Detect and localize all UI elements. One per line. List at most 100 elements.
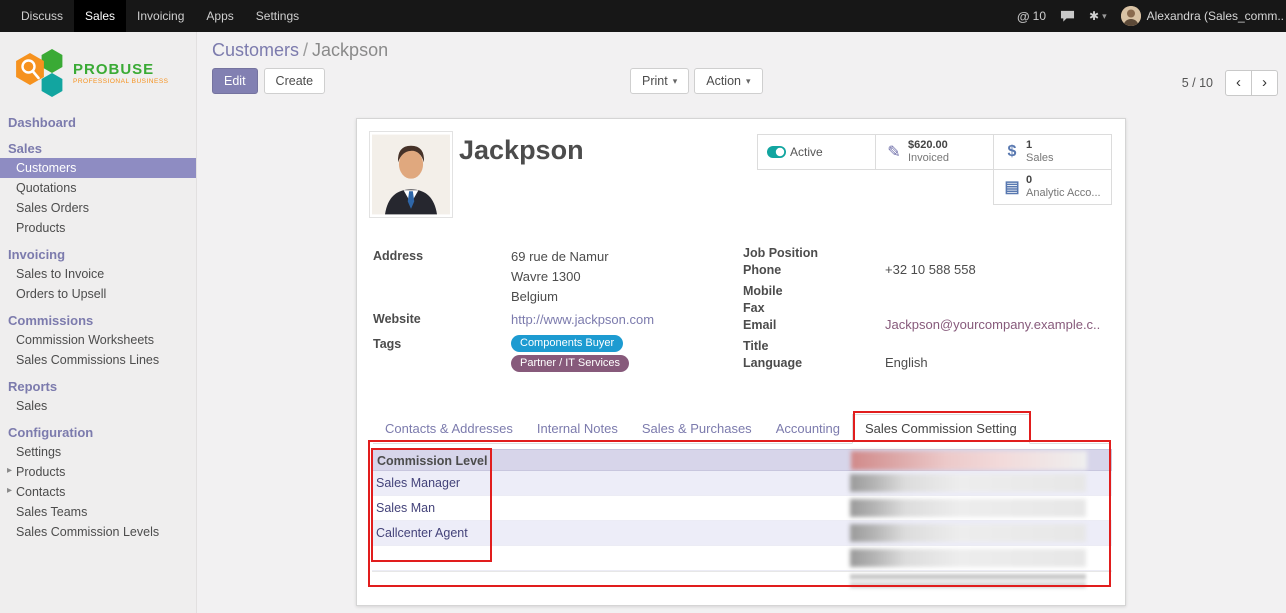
edit-button[interactable]: Edit bbox=[212, 68, 258, 94]
commission-level-column-header: Commission Level bbox=[377, 454, 487, 468]
job-position-label: Job Position bbox=[743, 245, 885, 261]
fields-left-column: Address 69 rue de Namur Wavre 1300 Belgi… bbox=[373, 247, 718, 375]
commission-row-empty[interactable] bbox=[372, 546, 1112, 571]
messages-button[interactable] bbox=[1060, 9, 1075, 23]
tags-label: Tags bbox=[373, 335, 511, 375]
activity-count-badge: 10 bbox=[1033, 9, 1046, 23]
sidebar-heading-commissions[interactable]: Commissions bbox=[0, 311, 196, 330]
stat-invoiced-button[interactable]: ✎ $620.00 Invoiced bbox=[875, 134, 994, 170]
menu-invoicing[interactable]: Invoicing bbox=[126, 0, 195, 32]
commission-table-footer bbox=[372, 571, 1112, 591]
sidebar-item-products[interactable]: Products bbox=[0, 218, 196, 238]
print-dropdown-button[interactable]: Print ▾ bbox=[630, 68, 689, 94]
sidebar-item-config-contacts[interactable]: ▸ Contacts bbox=[0, 482, 196, 502]
record-title: Jackpson bbox=[459, 135, 584, 166]
redacted-header-block bbox=[851, 451, 1087, 470]
sidebar-item-config-products[interactable]: ▸ Products bbox=[0, 462, 196, 482]
breadcrumb-current: Jackpson bbox=[312, 40, 388, 60]
fax-label: Fax bbox=[743, 300, 885, 316]
expand-arrow-icon: ▸ bbox=[7, 485, 12, 496]
sidebar-item-config-settings[interactable]: Settings bbox=[0, 442, 196, 462]
tab-internal-notes[interactable]: Internal Notes bbox=[525, 415, 630, 443]
address-line-3: Belgium bbox=[511, 287, 609, 307]
tab-accounting[interactable]: Accounting bbox=[764, 415, 852, 443]
form-buttons: Edit Create bbox=[212, 68, 325, 94]
tab-sales-purchases[interactable]: Sales & Purchases bbox=[630, 415, 764, 443]
logo-title: PROBUSE bbox=[73, 62, 169, 78]
chat-bubble-icon bbox=[1060, 9, 1075, 23]
tab-contacts-addresses[interactable]: Contacts & Addresses bbox=[373, 415, 525, 443]
pager-next-button[interactable]: › bbox=[1251, 70, 1278, 96]
redacted-footer-block bbox=[850, 574, 1086, 588]
commission-row-sales-man[interactable]: Sales Man bbox=[372, 496, 1112, 521]
sidebar-heading-sales[interactable]: Sales bbox=[0, 139, 196, 158]
tab-sales-commission-setting[interactable]: Sales Commission Setting bbox=[852, 414, 1030, 444]
sidebar-item-label: Contacts bbox=[16, 485, 65, 499]
commission-row-sales-manager[interactable]: Sales Manager bbox=[372, 471, 1112, 496]
commission-row-callcenter-agent[interactable]: Callcenter Agent bbox=[372, 521, 1112, 546]
sidebar-heading-reports[interactable]: Reports bbox=[0, 377, 196, 396]
notebook-tabs: Contacts & Addresses Internal Notes Sale… bbox=[373, 416, 1109, 444]
sidebar-item-label: Products bbox=[16, 465, 65, 479]
screen: Discuss Sales Invoicing Apps Settings @ … bbox=[0, 0, 1286, 613]
chevron-down-icon: ▾ bbox=[1102, 11, 1107, 22]
logo-subtitle: PROFESSIONAL BUSINESS bbox=[73, 78, 169, 85]
action-label: Action bbox=[706, 74, 741, 88]
language-value: English bbox=[885, 355, 928, 371]
toggle-on-icon bbox=[762, 146, 790, 158]
mobile-label: Mobile bbox=[743, 283, 885, 299]
sidebar-item-sales-commissions-lines[interactable]: Sales Commissions Lines bbox=[0, 350, 196, 370]
address-line-2: Wavre 1300 bbox=[511, 267, 609, 287]
breadcrumb-customers[interactable]: Customers bbox=[212, 40, 299, 60]
sidebar: PROBUSE PROFESSIONAL BUSINESS Dashboard … bbox=[0, 32, 197, 613]
sidebar-item-reports-sales[interactable]: Sales bbox=[0, 396, 196, 416]
menu-discuss[interactable]: Discuss bbox=[10, 0, 74, 32]
stat-active-button[interactable]: Active bbox=[757, 134, 876, 170]
language-label: Language bbox=[743, 355, 885, 371]
pager-text: 5 / 10 bbox=[1182, 76, 1213, 90]
caret-down-icon: ▾ bbox=[673, 76, 678, 87]
commission-table-header-row: Commission Level bbox=[372, 449, 1112, 471]
sidebar-item-customers[interactable]: Customers bbox=[0, 158, 196, 178]
breadcrumb-separator: / bbox=[299, 40, 312, 60]
sidebar-heading-dashboard[interactable]: Dashboard bbox=[0, 113, 196, 132]
activities-indicator[interactable]: @ 10 bbox=[1017, 9, 1046, 24]
sidebar-item-sales-teams[interactable]: Sales Teams bbox=[0, 502, 196, 522]
customer-photo[interactable] bbox=[369, 131, 453, 218]
create-button[interactable]: Create bbox=[264, 68, 326, 94]
pager: 5 / 10 ‹ › bbox=[1182, 70, 1278, 96]
website-link[interactable]: http://www.jackpson.com bbox=[511, 310, 654, 329]
caret-down-icon: ▾ bbox=[746, 76, 751, 87]
commission-level-cell: Callcenter Agent bbox=[376, 526, 468, 540]
email-link[interactable]: Jackpson@yourcompany.example.c.. bbox=[885, 317, 1100, 333]
tag-components-buyer[interactable]: Components Buyer bbox=[511, 335, 623, 352]
topbar-menus: Discuss Sales Invoicing Apps Settings bbox=[0, 0, 310, 32]
menu-sales[interactable]: Sales bbox=[74, 0, 126, 32]
pencil-icon: ✎ bbox=[880, 142, 908, 162]
sidebar-heading-configuration[interactable]: Configuration bbox=[0, 423, 196, 442]
stat-active-label: Active bbox=[790, 145, 823, 159]
stat-sales-button[interactable]: $ 1 Sales bbox=[993, 134, 1112, 170]
pager-previous-button[interactable]: ‹ bbox=[1225, 70, 1252, 96]
menu-settings[interactable]: Settings bbox=[245, 0, 310, 32]
tag-partner-it-services[interactable]: Partner / IT Services bbox=[511, 355, 629, 372]
sidebar-item-quotations[interactable]: Quotations bbox=[0, 178, 196, 198]
commission-level-cell: Sales Man bbox=[376, 501, 435, 515]
menu-apps[interactable]: Apps bbox=[195, 0, 244, 32]
user-menu[interactable]: Alexandra (Sales_comm.. bbox=[1121, 6, 1284, 26]
phone-label: Phone bbox=[743, 262, 885, 278]
action-dropdown-button[interactable]: Action ▾ bbox=[694, 68, 762, 94]
stat-buttons: Active ✎ $620.00 Invoiced $ 1 Sales bbox=[756, 134, 1112, 205]
sidebar-item-commission-worksheets[interactable]: Commission Worksheets bbox=[0, 330, 196, 350]
sidebar-item-sales-commission-levels[interactable]: Sales Commission Levels bbox=[0, 522, 196, 542]
sidebar-item-orders-to-upsell[interactable]: Orders to Upsell bbox=[0, 284, 196, 304]
expand-arrow-icon: ▸ bbox=[7, 465, 12, 476]
print-label: Print bbox=[642, 74, 668, 88]
user-name: Alexandra (Sales_comm.. bbox=[1147, 9, 1284, 23]
sidebar-item-sales-orders[interactable]: Sales Orders bbox=[0, 198, 196, 218]
debug-menu-button[interactable]: ✱ ▾ bbox=[1089, 9, 1107, 23]
sidebar-item-sales-to-invoice[interactable]: Sales to Invoice bbox=[0, 264, 196, 284]
commission-table: Commission Level Sales Manager Sales Man… bbox=[372, 449, 1112, 591]
stat-analytic-button[interactable]: ▤ 0 Analytic Acco... bbox=[993, 169, 1112, 205]
sidebar-heading-invoicing[interactable]: Invoicing bbox=[0, 245, 196, 264]
